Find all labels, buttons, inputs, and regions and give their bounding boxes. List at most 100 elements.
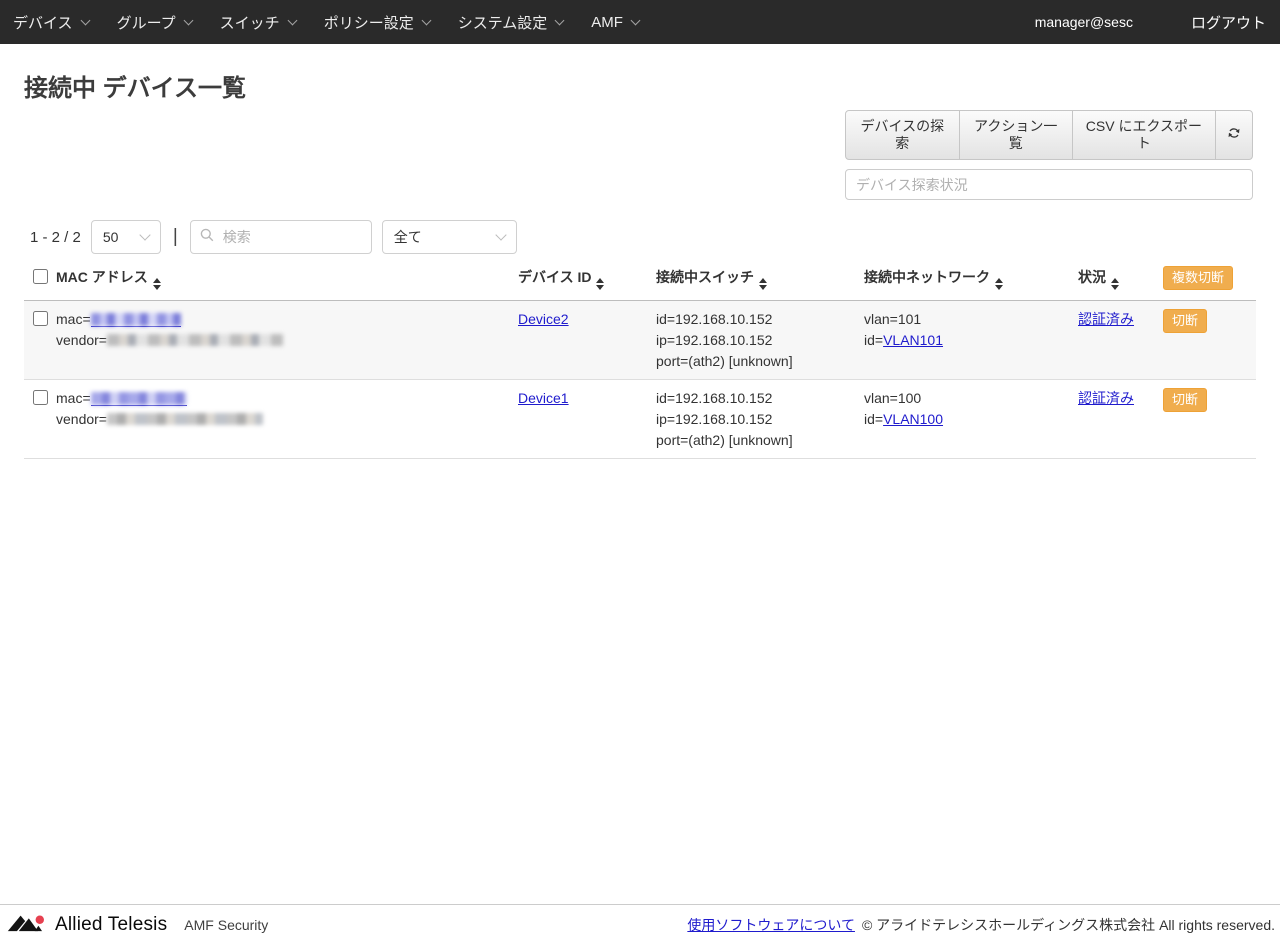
chevron-down-icon (630, 15, 640, 25)
software-info-link[interactable]: 使用ソフトウェアについて (687, 915, 855, 935)
network-cell: vlan=101 id=VLAN101 (858, 301, 1072, 380)
nav-item-label: ポリシー設定 (324, 12, 414, 33)
vlan-link[interactable]: VLAN100 (883, 411, 943, 427)
column-header-status[interactable]: 状況 (1072, 258, 1157, 301)
status-link[interactable]: 認証済み (1078, 311, 1134, 327)
switch-id: id=192.168.10.152 (656, 311, 772, 327)
switch-port: port=(ath2) [unknown] (656, 353, 793, 369)
switch-port: port=(ath2) [unknown] (656, 432, 793, 448)
mac-label: mac= (56, 390, 91, 406)
allied-telesis-logo-icon (6, 910, 48, 940)
bulk-disconnect-button[interactable]: 複数切断 (1163, 266, 1233, 290)
nav-item-amf[interactable]: AMF (577, 0, 653, 44)
table-row: mac= vendor= Device2 id=192.168.10.152 i… (24, 301, 1256, 380)
list-toolbar: 1 - 2 / 2 50 | 全て (30, 220, 1280, 254)
nav-item-switches[interactable]: スイッチ (206, 0, 310, 44)
nav-item-label: グループ (117, 12, 176, 33)
column-label: デバイス ID (518, 269, 591, 285)
device-id-link[interactable]: Device1 (518, 390, 569, 406)
column-header-switch[interactable]: 接続中スイッチ (650, 258, 858, 301)
discover-status-input[interactable] (845, 169, 1253, 200)
nav-item-groups[interactable]: グループ (103, 0, 206, 44)
select-all-checkbox[interactable] (33, 269, 48, 284)
toolbar-separator: | (173, 226, 178, 248)
mac-redacted-link[interactable] (91, 392, 187, 406)
nav-item-label: AMF (591, 14, 623, 31)
network-cell: vlan=100 id=VLAN100 (858, 380, 1072, 459)
network-id-label: id= (864, 411, 883, 427)
result-range: 1 - 2 / 2 (30, 229, 81, 246)
logout-button[interactable]: ログアウト (1177, 12, 1280, 33)
chevron-down-icon (80, 15, 90, 25)
action-list-button[interactable]: アクション一覧 (959, 111, 1072, 159)
column-label: 接続中スイッチ (656, 269, 754, 285)
vendor-label: vendor= (56, 411, 107, 427)
vendor-redacted (107, 413, 263, 425)
switch-ip: ip=192.168.10.152 (656, 411, 772, 427)
column-label: MAC アドレス (56, 269, 148, 285)
column-header-mac[interactable]: MAC アドレス (50, 258, 512, 301)
search-box (190, 220, 372, 254)
footer: Allied Telesis AMF Security 使用ソフトウェアについて… (0, 904, 1280, 944)
column-label: 接続中ネットワーク (864, 269, 990, 285)
mac-cell: mac= vendor= (50, 380, 512, 459)
column-header-device-id[interactable]: デバイス ID (512, 258, 650, 301)
switch-cell: id=192.168.10.152 ip=192.168.10.152 port… (650, 380, 858, 459)
disconnect-button[interactable]: 切断 (1163, 388, 1207, 412)
device-actions-panel: デバイスの探索 アクション一覧 CSV にエクスポート (845, 110, 1253, 200)
refresh-button[interactable] (1215, 111, 1252, 159)
action-button-group: デバイスの探索 アクション一覧 CSV にエクスポート (845, 110, 1253, 160)
chevron-down-icon (555, 15, 565, 25)
search-input[interactable] (221, 228, 362, 246)
status-link[interactable]: 認証済み (1078, 390, 1134, 406)
sort-icon (759, 278, 767, 290)
top-nav: デバイス グループ スイッチ ポリシー設定 システム設定 AMF manager… (0, 0, 1280, 44)
chevron-down-icon (495, 229, 506, 240)
sort-icon (596, 278, 604, 290)
product-name: AMF Security (184, 917, 268, 933)
chevron-down-icon (287, 15, 297, 25)
column-header-network[interactable]: 接続中ネットワーク (858, 258, 1072, 301)
table-row: mac= vendor= Device1 id=192.168.10.152 i… (24, 380, 1256, 459)
page-title: 接続中 デバイス一覧 (24, 72, 1280, 106)
nav-item-label: スイッチ (220, 12, 280, 33)
switch-cell: id=192.168.10.152 ip=192.168.10.152 port… (650, 301, 858, 380)
table-header-row: MAC アドレス デバイス ID 接続中スイッチ 接続中ネットワーク 状況 複数… (24, 258, 1256, 301)
search-icon (200, 228, 214, 247)
vendor-redacted (107, 334, 283, 346)
chevron-down-icon (183, 15, 193, 25)
filter-select[interactable]: 全て (382, 220, 517, 254)
device-id-link[interactable]: Device2 (518, 311, 569, 327)
vendor-label: vendor= (56, 332, 107, 348)
disconnect-button[interactable]: 切断 (1163, 309, 1207, 333)
nav-item-label: システム設定 (458, 12, 548, 33)
row-checkbox[interactable] (33, 311, 48, 326)
nav-item-devices[interactable]: デバイス (0, 0, 103, 44)
vlan-link[interactable]: VLAN101 (883, 332, 943, 348)
mac-label: mac= (56, 311, 91, 327)
switch-id: id=192.168.10.152 (656, 390, 772, 406)
row-checkbox[interactable] (33, 390, 48, 405)
network-id-label: id= (864, 332, 883, 348)
discover-devices-button[interactable]: デバイスの探索 (846, 111, 959, 159)
sort-icon (995, 278, 1003, 290)
sort-icon (153, 278, 161, 290)
connected-devices-table: MAC アドレス デバイス ID 接続中スイッチ 接続中ネットワーク 状況 複数… (24, 258, 1256, 459)
vlan-value: vlan=100 (864, 390, 921, 406)
mac-redacted-link[interactable] (91, 313, 181, 327)
logged-in-user: manager@sesc (1035, 14, 1133, 30)
filter-value: 全て (394, 227, 422, 247)
page-size-value: 50 (103, 229, 119, 245)
nav-item-label: デバイス (13, 12, 73, 33)
mac-cell: mac= vendor= (50, 301, 512, 380)
vlan-value: vlan=101 (864, 311, 921, 327)
chevron-down-icon (139, 229, 150, 240)
switch-ip: ip=192.168.10.152 (656, 332, 772, 348)
page-size-select[interactable]: 50 (91, 220, 161, 254)
brand-name: Allied Telesis (55, 914, 167, 936)
csv-export-button[interactable]: CSV にエクスポート (1072, 111, 1215, 159)
nav-item-system[interactable]: システム設定 (444, 0, 578, 44)
nav-item-policy[interactable]: ポリシー設定 (310, 0, 444, 44)
sort-icon (1111, 278, 1119, 290)
column-label: 状況 (1078, 269, 1106, 285)
